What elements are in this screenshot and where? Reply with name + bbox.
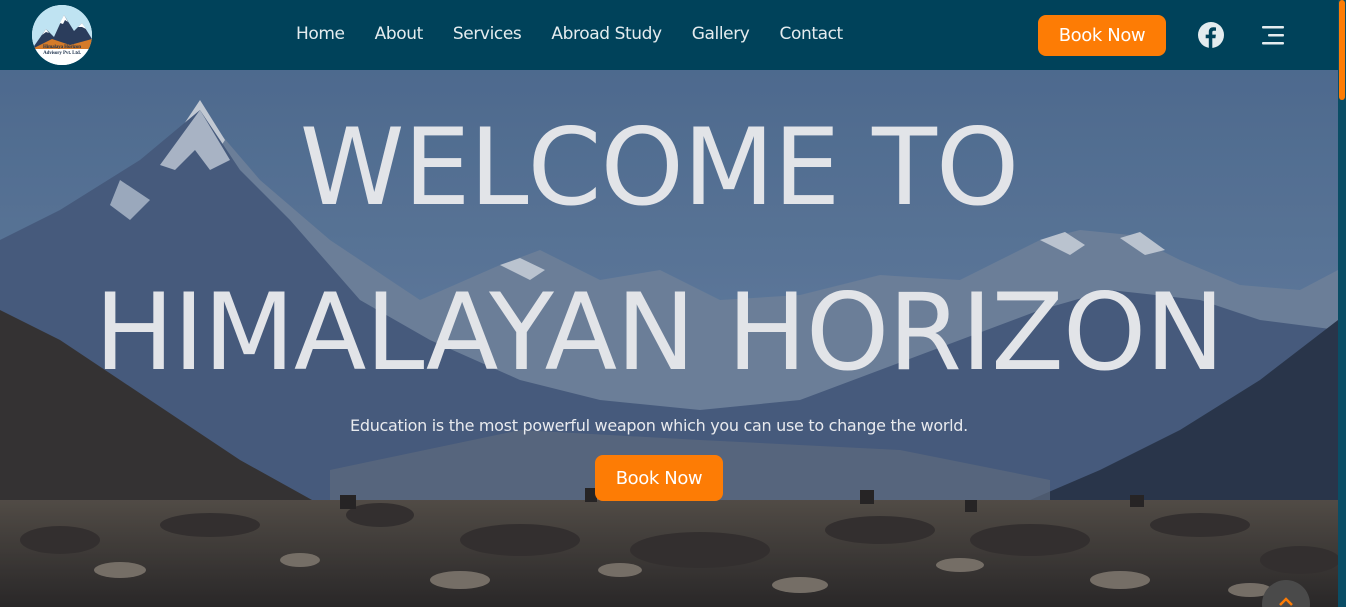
nav-contact[interactable]: Contact	[779, 24, 843, 44]
chevron-up-icon	[1279, 597, 1293, 606]
hero-subtitle: Education is the most powerful weapon wh…	[350, 416, 968, 435]
book-now-button[interactable]: Book Now	[1038, 15, 1166, 56]
nav-services[interactable]: Services	[453, 24, 522, 44]
hero-title-line1: WELCOME TO	[299, 106, 1020, 229]
logo-text-line2: Advisory Pvt. Ltd.	[43, 51, 81, 56]
menu-icon[interactable]	[1258, 23, 1286, 47]
main-nav: Home About Services Abroad Study Gallery…	[296, 24, 873, 44]
nav-gallery[interactable]: Gallery	[692, 24, 750, 44]
logo-text: Himalaya Horizon Advisory Pvt. Ltd.	[36, 45, 88, 57]
hero-book-now-button[interactable]: Book Now	[595, 455, 723, 501]
navbar: Himalaya Horizon Advisory Pvt. Ltd. Home…	[0, 0, 1338, 70]
nav-home[interactable]: Home	[296, 24, 345, 44]
nav-about[interactable]: About	[375, 24, 424, 44]
scrollbar-thumb[interactable]	[1339, 0, 1345, 100]
hero-title-line2: HIMALAYAN HORIZON	[94, 271, 1224, 394]
nav-abroad-study[interactable]: Abroad Study	[551, 24, 662, 44]
hero-section: WELCOME TO HIMALAYAN HORIZON Education i…	[0, 70, 1338, 607]
logo[interactable]: Himalaya Horizon Advisory Pvt. Ltd.	[32, 5, 92, 65]
facebook-icon[interactable]	[1198, 22, 1224, 48]
